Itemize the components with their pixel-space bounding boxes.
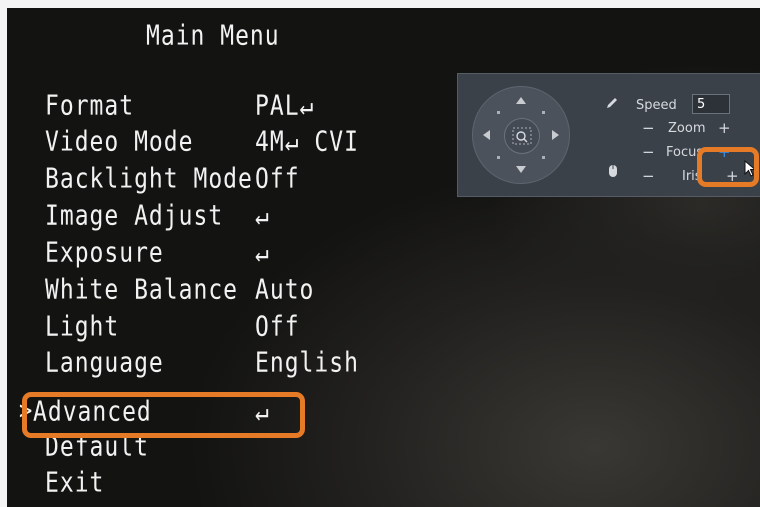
menu-value-exposure: ↵	[255, 237, 270, 269]
mouse-icon	[609, 165, 617, 177]
arrow-down-icon[interactable]	[516, 166, 526, 173]
zoom-label: Zoom	[668, 121, 706, 136]
menu-item-video-mode[interactable]: Video Mode	[45, 125, 193, 158]
arrow-up-icon[interactable]	[516, 97, 526, 104]
menu-value-image-adjust: ↵	[255, 200, 270, 232]
menu-value-backlight-mode: Off	[255, 163, 300, 195]
menu-item-image-adjust[interactable]: Image Adjust	[45, 199, 223, 232]
zoom-minus-button[interactable]: −	[642, 120, 655, 136]
highlight-iris-plus	[697, 147, 759, 187]
menu-value-light: Off	[255, 311, 300, 343]
speed-label: Speed	[636, 98, 677, 113]
menu-value-video-mode: 4M↵ CVI	[255, 126, 359, 158]
menu-item-exposure[interactable]: Exposure	[45, 236, 164, 269]
focus-minus-button[interactable]: −	[642, 144, 655, 160]
menu-item-format[interactable]: Format	[45, 89, 134, 122]
speed-input[interactable]: 5	[692, 94, 730, 114]
arrow-left-icon[interactable]	[483, 130, 490, 140]
pencil-icon[interactable]	[605, 96, 619, 110]
camera-osd-screen: Main Menu > Format PAL↵ Video Mode 4M↵ C…	[7, 8, 760, 507]
menu-item-light[interactable]: Light	[45, 310, 119, 343]
arrow-down-right-icon[interactable]	[542, 156, 545, 159]
arrow-up-right-icon[interactable]	[542, 111, 545, 114]
magnifier-icon	[512, 127, 532, 145]
highlight-advanced	[22, 392, 305, 438]
menu-value-white-balance: Auto	[255, 274, 315, 306]
screenshot-frame: Main Menu > Format PAL↵ Video Mode 4M↵ C…	[0, 0, 760, 507]
zoom-plus-button[interactable]: +	[718, 120, 731, 136]
menu-item-backlight-mode[interactable]: Backlight Mode	[45, 162, 253, 195]
menu-title: Main Menu	[146, 20, 280, 52]
iris-minus-button[interactable]: −	[642, 168, 655, 184]
arrow-down-left-icon[interactable]	[497, 156, 500, 159]
menu-value-language: English	[255, 347, 359, 379]
arrow-right-icon[interactable]	[552, 130, 559, 140]
menu-item-language[interactable]: Language	[45, 346, 164, 379]
menu-item-exit[interactable]: Exit	[45, 466, 104, 499]
menu-item-white-balance[interactable]: White Balance	[45, 273, 238, 306]
ptz-direction-pad[interactable]	[472, 86, 570, 184]
menu-value-format: PAL↵	[255, 90, 315, 122]
ptz-center-button[interactable]	[504, 118, 540, 154]
arrow-up-left-icon[interactable]	[497, 111, 500, 114]
